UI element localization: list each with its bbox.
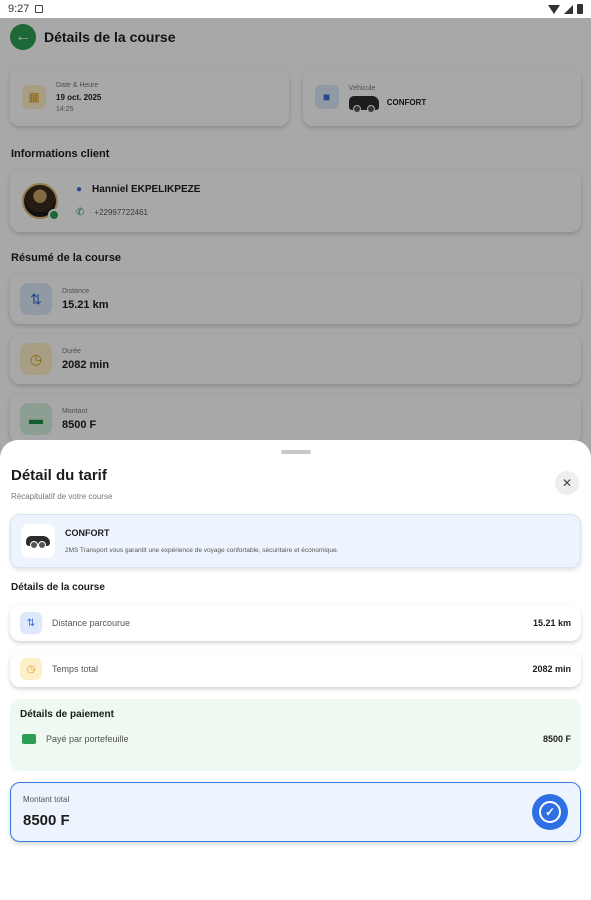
- payment-label: Payé par portefeuille: [46, 734, 129, 744]
- vehicle-name: CONFORT: [65, 528, 110, 538]
- status-bar: 9:27: [0, 0, 591, 18]
- sheet-subtitle: Récapitulatif de votre course: [11, 492, 113, 501]
- route-icon: ⇅: [20, 612, 42, 634]
- fare-detail-sheet: Détail du tarif Récapitulatif de votre c…: [0, 440, 591, 900]
- confirm-button[interactable]: ✓: [532, 794, 568, 830]
- payment-title: Détails de paiement: [20, 709, 114, 720]
- detail-label: Distance parcourue: [52, 618, 131, 628]
- wifi-icon: [548, 4, 560, 14]
- battery-icon: [577, 4, 583, 14]
- total-value: 8500 F: [23, 812, 70, 829]
- detail-label: Temps total: [52, 664, 99, 674]
- payment-card: Détails de paiement Payé par portefeuill…: [10, 699, 581, 771]
- status-time: 9:27: [8, 3, 30, 15]
- details-section-title: Détails de la course: [11, 582, 105, 593]
- sheet-title: Détail du tarif: [11, 467, 107, 484]
- close-icon: ✕: [561, 476, 573, 490]
- detail-time-row: ◷ Temps total 2082 min: [10, 651, 581, 687]
- clock-icon: ◷: [20, 658, 42, 680]
- car-icon: [21, 524, 55, 558]
- detail-distance-row: ⇅ Distance parcourue 15.21 km: [10, 605, 581, 641]
- detail-value: 2082 min: [532, 664, 571, 674]
- total-label: Montant total: [23, 795, 70, 804]
- payment-value: 8500 F: [542, 734, 571, 744]
- wallet-icon: [22, 734, 36, 744]
- signal-icon: [564, 4, 573, 14]
- detail-value: 15.21 km: [532, 618, 571, 628]
- vehicle-type-card: CONFORT 2MS Transport vous garantit une …: [10, 514, 581, 568]
- total-amount-card: Montant total 8500 F ✓: [10, 782, 581, 842]
- close-button[interactable]: ✕: [555, 471, 579, 495]
- vehicle-description: 2MS Transport vous garantit une expérien…: [65, 547, 339, 554]
- notification-icon: [35, 5, 44, 13]
- check-icon: ✓: [539, 801, 561, 823]
